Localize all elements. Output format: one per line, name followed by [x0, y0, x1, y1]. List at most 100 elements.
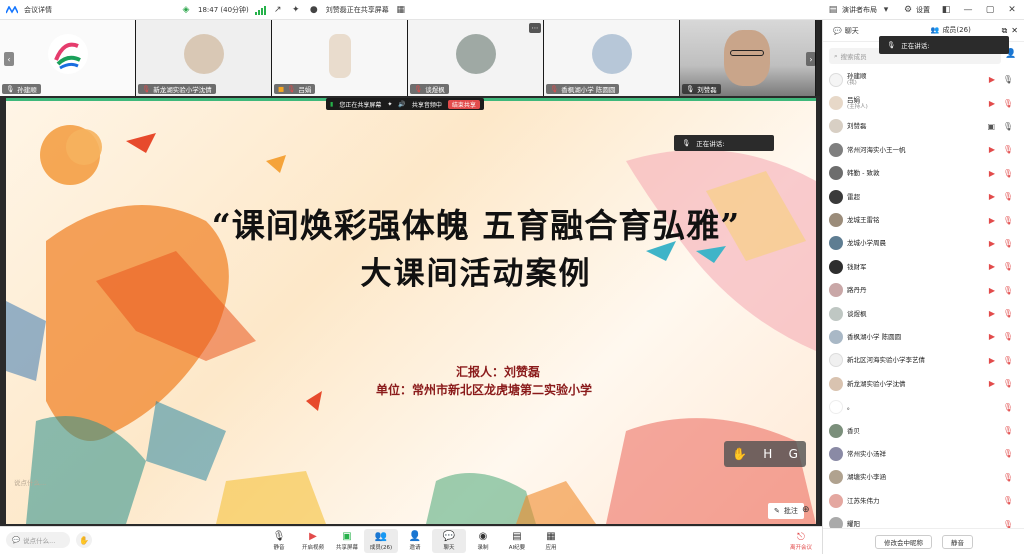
mic-off-icon[interactable]: 🎙 [1003, 239, 1013, 248]
invite-icon: 👤 [408, 531, 422, 542]
mic-off-icon[interactable]: 🎙 [1003, 192, 1013, 201]
mic-off-icon[interactable]: 🎙 [1003, 449, 1013, 458]
video-off-icon[interactable]: ▶ [989, 286, 995, 295]
external-link-icon[interactable]: ↗ [272, 4, 284, 16]
video-off-icon[interactable]: ▶ [989, 169, 995, 178]
member-row[interactable]: 孙建顺 (我) 🎙 ▶ [823, 68, 1024, 91]
member-row[interactable]: 谈煜枫 🎙 ▶ [823, 302, 1024, 325]
ai-notes-button[interactable]: ▤ AI纪要 [500, 529, 534, 553]
invite-button[interactable]: 👤 邀请 [398, 529, 432, 553]
mic-off-icon[interactable]: 🎙 [1003, 309, 1013, 318]
member-row[interactable]: 新北区河海实验小学李艺倩 🎙 ▶ [823, 349, 1024, 372]
mic-off-icon[interactable]: 🎙 [1003, 426, 1013, 435]
annotate-button[interactable]: ✎ 批注 [768, 503, 804, 519]
split-view-icon[interactable]: ◧ [940, 4, 952, 16]
mic-off-icon[interactable]: 🎙 [1003, 262, 1013, 271]
video-off-icon[interactable]: ▶ [989, 262, 995, 271]
video-button[interactable]: ▶ 开启视频 [296, 529, 330, 553]
close-icon[interactable]: ✕ [1006, 4, 1018, 16]
video-off-icon[interactable]: ▶ [989, 356, 995, 365]
leave-meeting-button[interactable]: ⎋ 离开会议 [784, 529, 818, 553]
member-row[interactable]: 新龙湖实验小学沈倩 🎙 ▶ [823, 372, 1024, 395]
chat-button[interactable]: 💬 聊天 [432, 529, 466, 553]
mic-off-icon[interactable]: 🎙 [1003, 403, 1013, 412]
grid-view-icon[interactable]: ▦ [395, 4, 407, 16]
ai-icon[interactable]: ✦ [290, 4, 302, 16]
video-off-icon[interactable]: ▶ [989, 309, 995, 318]
mic-off-icon[interactable]: 🎙 [1003, 496, 1013, 505]
video-tile[interactable]: 🎙 孙建顺 [0, 20, 136, 96]
member-row[interactable]: 耀阳 🎙 [823, 512, 1024, 528]
stop-sharing-button[interactable]: 结束共享 [447, 99, 480, 109]
video-off-icon[interactable]: ▶ [989, 239, 995, 248]
meeting-info-link[interactable]: 会议详情 [24, 5, 52, 15]
video-off-icon[interactable]: ▶ [989, 332, 995, 341]
video-tile[interactable]: 🎙 新龙湖实验小学沈倩 [136, 20, 272, 96]
mic-icon: 🎙 [6, 85, 15, 93]
mic-off-icon[interactable]: 🎙 [1003, 99, 1013, 108]
mic-off-icon[interactable]: 🎙 [1003, 286, 1013, 295]
member-row[interactable]: 吕娟 (主持人) 🎙 ▶ [823, 91, 1024, 114]
video-tile-active-speaker[interactable]: 🎙 刘赞磊 [680, 20, 816, 96]
video-off-icon[interactable]: ▶ [989, 145, 995, 154]
record-button[interactable]: ◉ 录制 [466, 529, 500, 553]
member-row[interactable]: 江苏朱伟力 🎙 [823, 489, 1024, 512]
minimize-icon[interactable]: — [962, 4, 974, 16]
video-tile[interactable]: ■ 🎙 吕娟 [272, 20, 408, 96]
video-off-icon[interactable]: ▶ [989, 192, 995, 201]
member-row[interactable]: 雷超 🎙 ▶ [823, 185, 1024, 208]
strip-prev-arrow[interactable]: ‹ [4, 52, 14, 66]
member-row[interactable]: 常州河海实小王一帆 🎙 ▶ [823, 138, 1024, 161]
mic-off-icon[interactable]: 🎙 [1003, 332, 1013, 341]
close-panel-icon[interactable]: ✕ [1011, 26, 1018, 35]
mic-icon[interactable]: 🎙 [1003, 122, 1013, 131]
member-row[interactable]: 香枫湖小学 陈圆圆 🎙 ▶ [823, 325, 1024, 348]
g-button[interactable]: G [789, 447, 798, 461]
member-row[interactable]: 湖塘实小李涵 🎙 [823, 466, 1024, 489]
mic-off-icon[interactable]: 🎙 [1003, 216, 1013, 225]
member-row[interactable]: 刘赞磊 🎙 ▣ [823, 115, 1024, 138]
member-row[interactable]: 韩勤 - 致敦 🎙 ▶ [823, 162, 1024, 185]
mute-all-button[interactable]: 静音 [942, 534, 973, 549]
settings-button[interactable]: ⚙ 设置 [902, 4, 930, 16]
speaking-popup-label: 正在讲话: [901, 42, 930, 50]
maximize-icon[interactable]: ▢ [984, 4, 996, 16]
apps-button[interactable]: ▦ 应用 [534, 529, 568, 553]
mic-off-icon[interactable]: 🎙 [1003, 145, 1013, 154]
video-off-icon[interactable]: ▶ [989, 379, 995, 388]
popout-icon[interactable]: ⧉ [1002, 26, 1008, 36]
member-row[interactable]: 钱财军 🎙 ▶ [823, 255, 1024, 278]
mic-off-icon[interactable]: 🎙 [1003, 379, 1013, 388]
tab-chat[interactable]: 💬 聊天 [829, 20, 863, 42]
member-row[interactable]: 路丹丹 🎙 ▶ [823, 279, 1024, 302]
raise-hand-button[interactable]: ✋ [76, 532, 92, 548]
member-row[interactable]: 龙城小学周晨 🎙 ▶ [823, 232, 1024, 255]
more-icon[interactable]: ⋯ [529, 23, 541, 33]
h-button[interactable]: H [763, 447, 772, 461]
mic-icon[interactable]: 🎙 [1003, 75, 1013, 84]
video-tile[interactable]: 🎙 谈煜枫 ⋯ [408, 20, 544, 96]
mic-off-icon[interactable]: 🎙 [1003, 520, 1013, 528]
member-row[interactable]: 香贝 🎙 [823, 419, 1024, 442]
video-tile[interactable]: 🎙 香枫湖小学 陈圆圆 [544, 20, 680, 96]
screen-share-icon[interactable]: ▣ [987, 122, 995, 131]
share-screen-button[interactable]: ▣ 共享屏幕 [330, 529, 364, 553]
hand-icon[interactable]: ✋ [732, 447, 747, 461]
mute-button[interactable]: 🎙 静音 [262, 529, 296, 553]
zoom-icon[interactable]: ⊕ [802, 505, 810, 515]
mic-off-icon[interactable]: 🎙 [1003, 356, 1013, 365]
member-row[interactable]: 龙城王雷铭 🎙 ▶ [823, 208, 1024, 231]
member-row[interactable]: 常州实小汤祥 🎙 [823, 442, 1024, 465]
video-off-icon[interactable]: ▶ [989, 216, 995, 225]
avatar [829, 470, 843, 485]
video-off-icon[interactable]: ▶ [989, 75, 995, 84]
layout-button[interactable]: ▤ 演讲者布局 ▾ [827, 4, 892, 16]
member-row[interactable]: 。 🎙 [823, 395, 1024, 418]
mic-off-icon[interactable]: 🎙 [1003, 169, 1013, 178]
strip-next-arrow[interactable]: › [806, 52, 816, 66]
mic-off-icon[interactable]: 🎙 [1003, 473, 1013, 482]
quick-chat-input[interactable]: 💬 说点什么... [6, 532, 70, 548]
video-off-icon[interactable]: ▶ [989, 99, 995, 108]
rename-button[interactable]: 修改会中昵称 [875, 534, 932, 549]
members-button[interactable]: 👥 成员(26) [364, 529, 398, 553]
